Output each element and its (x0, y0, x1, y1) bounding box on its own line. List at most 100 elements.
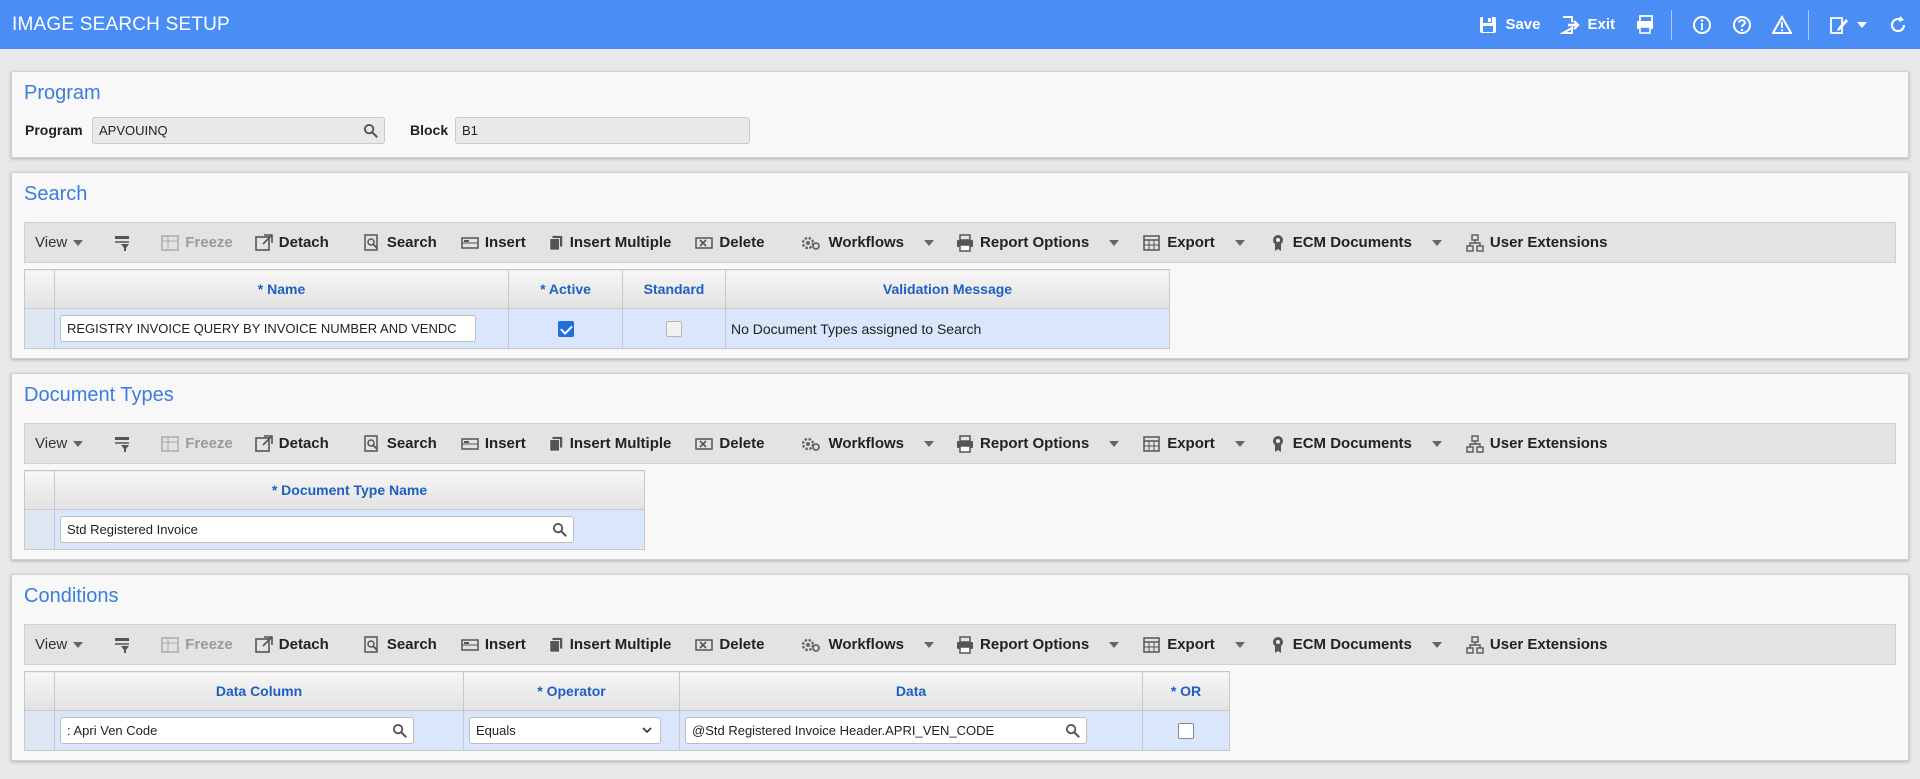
grid-header-row: Data Column * Operator Data * OR (24, 671, 1230, 711)
operator-select[interactable]: Equals (469, 717, 661, 744)
user-extensions-button[interactable]: User Extensions (1466, 223, 1608, 262)
or-cell[interactable] (1142, 710, 1230, 751)
freeze-button[interactable]: Freeze (161, 424, 233, 463)
data-input[interactable]: @Std Registered Invoice Header.APRI_VEN_… (685, 717, 1087, 744)
ecm-documents-menu[interactable]: ECM Documents (1269, 625, 1442, 664)
report-options-menu[interactable]: Report Options (956, 223, 1120, 262)
program-value: APVOUINQ (99, 123, 168, 138)
detach-button[interactable]: Detach (255, 424, 329, 463)
document-type-name-column-header[interactable]: * Document Type Name (54, 470, 645, 510)
row-selector[interactable] (24, 710, 55, 751)
filter-button[interactable] (113, 223, 131, 262)
program-field[interactable]: APVOUINQ (92, 117, 385, 144)
data-value: @Std Registered Invoice Header.APRI_VEN_… (692, 723, 995, 738)
report-options-menu[interactable]: Report Options (956, 625, 1120, 664)
name-column-header[interactable]: * Name (54, 269, 509, 309)
search-icon[interactable] (363, 123, 378, 138)
name-cell[interactable]: REGISTRY INVOICE QUERY BY INVOICE NUMBER… (54, 308, 509, 349)
info-button[interactable] (1692, 15, 1712, 35)
operator-cell[interactable]: Equals (463, 710, 680, 751)
exit-button[interactable]: Exit (1560, 15, 1615, 35)
detach-button[interactable]: Detach (255, 223, 329, 262)
filter-icon (113, 435, 131, 453)
workflows-menu[interactable]: Workflows (800, 223, 935, 262)
or-checkbox[interactable] (1178, 723, 1194, 740)
refresh-icon (1890, 15, 1906, 32)
freeze-button[interactable]: Freeze (161, 625, 233, 664)
insert-multiple-button[interactable]: Insert Multiple (548, 223, 671, 262)
insert-multiple-button[interactable]: Insert Multiple (548, 424, 671, 463)
alerts-button[interactable] (1772, 14, 1792, 35)
delete-button[interactable]: Delete (695, 424, 764, 463)
user-extensions-label: User Extensions (1489, 435, 1608, 452)
user-extensions-button[interactable]: User Extensions (1466, 625, 1607, 664)
edit-menu-button[interactable] (1829, 15, 1868, 35)
search-icon[interactable] (552, 522, 567, 537)
insert-button[interactable]: Insert (461, 625, 526, 664)
print-button[interactable] (1635, 14, 1655, 35)
freeze-button[interactable]: Freeze (161, 223, 233, 262)
search-icon[interactable] (1065, 723, 1080, 738)
document-type-name-cell[interactable]: Std Registered Invoice (54, 509, 645, 550)
search-button[interactable]: Search (363, 625, 437, 664)
workflows-menu[interactable]: Workflows (800, 424, 935, 463)
data-cell[interactable]: @Std Registered Invoice Header.APRI_VEN_… (679, 710, 1143, 751)
printer-icon (956, 234, 974, 252)
export-menu[interactable]: Export (1143, 625, 1245, 664)
insert-multiple-button[interactable]: Insert Multiple (548, 625, 671, 664)
row-selector-header (24, 269, 55, 309)
ecm-badge-icon (1269, 234, 1287, 252)
search-label: Search (386, 435, 437, 452)
insert-button[interactable]: Insert (461, 424, 526, 463)
validation-message-column-header[interactable]: Validation Message (725, 269, 1170, 309)
save-button[interactable]: Save (1478, 15, 1540, 35)
spreadsheet-icon (1143, 636, 1161, 654)
copy-icon (548, 636, 564, 654)
filter-button[interactable] (113, 424, 131, 463)
view-menu[interactable]: View (35, 223, 84, 262)
insert-button[interactable]: Insert (461, 223, 526, 262)
view-menu[interactable]: View (35, 424, 84, 463)
report-options-menu[interactable]: Report Options (956, 424, 1120, 463)
active-cell[interactable] (508, 308, 623, 349)
active-checkbox[interactable] (557, 321, 574, 338)
table-row[interactable]: : Apri Ven Code Equals @Std Registered I… (24, 710, 1230, 751)
detach-button[interactable]: Detach (255, 625, 329, 664)
row-selector-header (24, 470, 55, 510)
delete-button[interactable]: Delete (695, 223, 764, 262)
refresh-button[interactable] (1888, 15, 1908, 35)
help-button[interactable] (1732, 15, 1752, 35)
ecm-documents-menu[interactable]: ECM Documents (1269, 223, 1442, 262)
view-label: View (35, 234, 68, 251)
active-column-header[interactable]: * Active (508, 269, 623, 309)
user-extensions-label: User Extensions (1489, 234, 1608, 251)
search-icon[interactable] (392, 723, 407, 738)
workflows-menu[interactable]: Workflows (800, 625, 935, 664)
export-menu[interactable]: Export (1143, 223, 1245, 262)
delete-button[interactable]: Delete (695, 625, 764, 664)
table-row[interactable]: Std Registered Invoice (24, 509, 645, 550)
operator-column-header[interactable]: * Operator (463, 671, 680, 711)
view-menu[interactable]: View (35, 625, 84, 664)
search-button[interactable]: Search (363, 223, 437, 262)
or-column-header[interactable]: * OR (1142, 671, 1230, 711)
data-column-input[interactable]: : Apri Ven Code (60, 717, 414, 744)
search-button[interactable]: Search (363, 424, 437, 463)
standard-column-header[interactable]: Standard (622, 269, 726, 309)
filter-button[interactable] (113, 625, 131, 664)
row-selector[interactable] (24, 509, 55, 550)
search-label: Search (386, 636, 437, 653)
data-column-cell[interactable]: : Apri Ven Code (54, 710, 464, 751)
data-column-column-header[interactable]: Data Column (54, 671, 464, 711)
data-column-header[interactable]: Data (679, 671, 1143, 711)
hierarchy-icon (1466, 435, 1484, 453)
row-selector[interactable] (24, 308, 55, 349)
ecm-documents-menu[interactable]: ECM Documents (1269, 424, 1442, 463)
name-input[interactable]: REGISTRY INVOICE QUERY BY INVOICE NUMBER… (60, 315, 476, 342)
export-menu[interactable]: Export (1143, 424, 1245, 463)
help-icon (1733, 15, 1751, 34)
user-extensions-button[interactable]: User Extensions (1466, 424, 1608, 463)
table-row[interactable]: REGISTRY INVOICE QUERY BY INVOICE NUMBER… (24, 308, 1170, 349)
document-type-name-input[interactable]: Std Registered Invoice (60, 516, 574, 543)
block-field[interactable]: B1 (455, 117, 750, 144)
